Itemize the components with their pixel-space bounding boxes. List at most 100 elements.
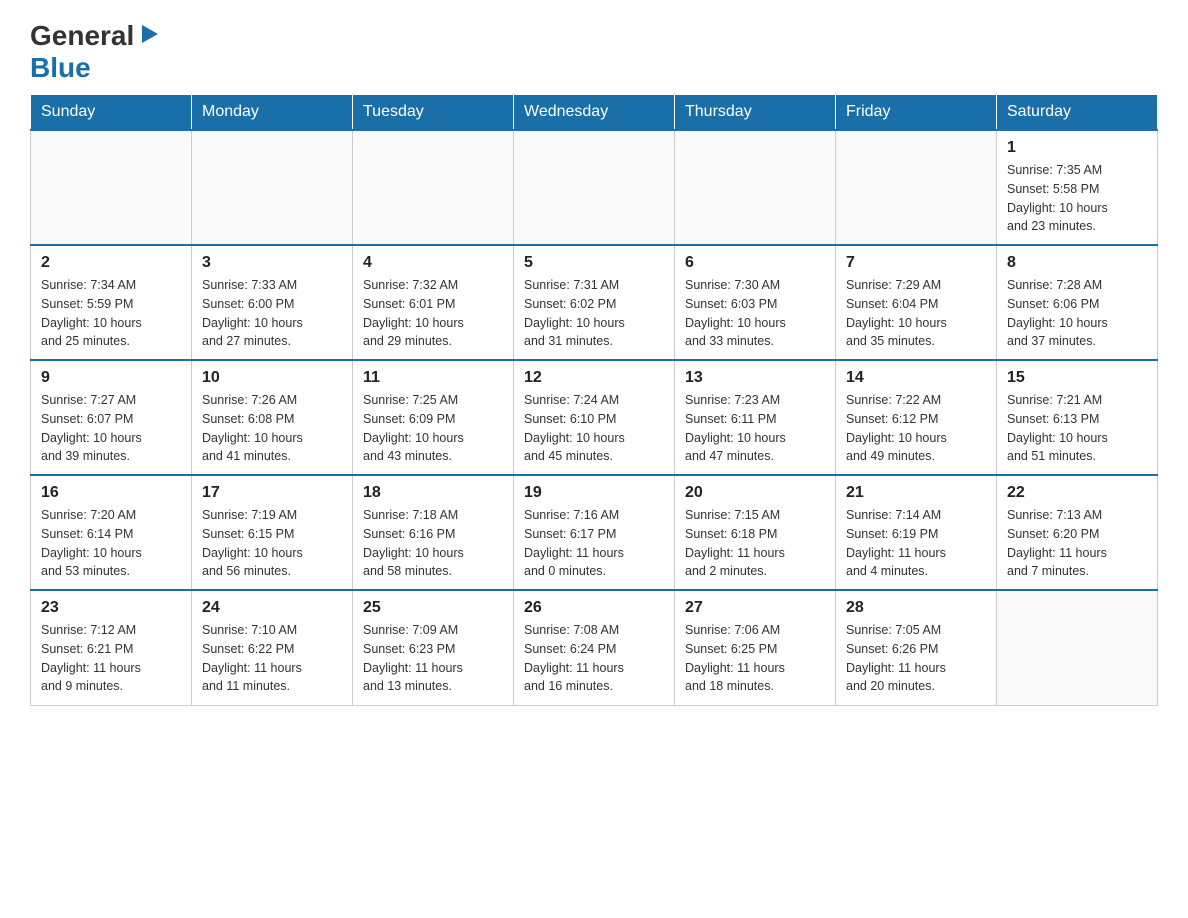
- day-info: Sunrise: 7:14 AM Sunset: 6:19 PM Dayligh…: [846, 506, 986, 581]
- day-number: 4: [363, 254, 503, 272]
- day-info: Sunrise: 7:10 AM Sunset: 6:22 PM Dayligh…: [202, 621, 342, 696]
- calendar-cell: 21 Sunrise: 7:14 AM Sunset: 6:19 PM Dayli…: [836, 475, 997, 590]
- logo-arrow-icon: [138, 23, 160, 50]
- calendar-cell: [353, 130, 514, 245]
- calendar-cell: 10 Sunrise: 7:26 AM Sunset: 6:08 PM Dayli…: [192, 360, 353, 475]
- day-number: 28: [846, 599, 986, 617]
- calendar-cell: 22 Sunrise: 7:13 AM Sunset: 6:20 PM Dayli…: [997, 475, 1158, 590]
- day-info: Sunrise: 7:15 AM Sunset: 6:18 PM Dayligh…: [685, 506, 825, 581]
- logo: General Blue: [30, 20, 160, 84]
- day-number: 13: [685, 369, 825, 387]
- day-number: 19: [524, 484, 664, 502]
- day-number: 25: [363, 599, 503, 617]
- day-info: Sunrise: 7:20 AM Sunset: 6:14 PM Dayligh…: [41, 506, 181, 581]
- day-info: Sunrise: 7:29 AM Sunset: 6:04 PM Dayligh…: [846, 276, 986, 351]
- day-info: Sunrise: 7:22 AM Sunset: 6:12 PM Dayligh…: [846, 391, 986, 466]
- day-number: 8: [1007, 254, 1147, 272]
- calendar-week-row: 16 Sunrise: 7:20 AM Sunset: 6:14 PM Dayli…: [31, 475, 1158, 590]
- calendar-cell: 8Sunrise: 7:28 AM Sunset: 6:06 PM Daylig…: [997, 245, 1158, 360]
- day-info: Sunrise: 7:34 AM Sunset: 5:59 PM Dayligh…: [41, 276, 181, 351]
- calendar-cell: 20 Sunrise: 7:15 AM Sunset: 6:18 PM Dayli…: [675, 475, 836, 590]
- day-number: 9: [41, 369, 181, 387]
- day-of-week-header: Thursday: [675, 95, 836, 131]
- day-number: 20: [685, 484, 825, 502]
- calendar-cell: 11Sunrise: 7:25 AM Sunset: 6:09 PM Dayli…: [353, 360, 514, 475]
- calendar-cell: 25 Sunrise: 7:09 AM Sunset: 6:23 PM Dayli…: [353, 590, 514, 705]
- day-info: Sunrise: 7:12 AM Sunset: 6:21 PM Dayligh…: [41, 621, 181, 696]
- day-info: Sunrise: 7:05 AM Sunset: 6:26 PM Dayligh…: [846, 621, 986, 696]
- day-number: 15: [1007, 369, 1147, 387]
- calendar-cell: 2 Sunrise: 7:34 AM Sunset: 5:59 PM Daylig…: [31, 245, 192, 360]
- day-number: 27: [685, 599, 825, 617]
- day-number: 10: [202, 369, 342, 387]
- day-number: 3: [202, 254, 342, 272]
- day-info: Sunrise: 7:18 AM Sunset: 6:16 PM Dayligh…: [363, 506, 503, 581]
- day-of-week-header: Monday: [192, 95, 353, 131]
- day-number: 21: [846, 484, 986, 502]
- day-info: Sunrise: 7:19 AM Sunset: 6:15 PM Dayligh…: [202, 506, 342, 581]
- day-of-week-header: Wednesday: [514, 95, 675, 131]
- calendar-cell: [675, 130, 836, 245]
- calendar-cell: 19 Sunrise: 7:16 AM Sunset: 6:17 PM Dayli…: [514, 475, 675, 590]
- calendar-cell: 14Sunrise: 7:22 AM Sunset: 6:12 PM Dayli…: [836, 360, 997, 475]
- day-info: Sunrise: 7:25 AM Sunset: 6:09 PM Dayligh…: [363, 391, 503, 466]
- calendar-week-row: 1 Sunrise: 7:35 AM Sunset: 5:58 PM Daylig…: [31, 130, 1158, 245]
- calendar-cell: 28 Sunrise: 7:05 AM Sunset: 6:26 PM Dayli…: [836, 590, 997, 705]
- day-info: Sunrise: 7:08 AM Sunset: 6:24 PM Dayligh…: [524, 621, 664, 696]
- calendar-week-row: 2 Sunrise: 7:34 AM Sunset: 5:59 PM Daylig…: [31, 245, 1158, 360]
- calendar-cell: 6 Sunrise: 7:30 AM Sunset: 6:03 PM Daylig…: [675, 245, 836, 360]
- day-info: Sunrise: 7:21 AM Sunset: 6:13 PM Dayligh…: [1007, 391, 1147, 466]
- day-info: Sunrise: 7:24 AM Sunset: 6:10 PM Dayligh…: [524, 391, 664, 466]
- calendar-cell: [514, 130, 675, 245]
- calendar-cell: 7 Sunrise: 7:29 AM Sunset: 6:04 PM Daylig…: [836, 245, 997, 360]
- calendar-week-row: 23 Sunrise: 7:12 AM Sunset: 6:21 PM Dayli…: [31, 590, 1158, 705]
- calendar-cell: 18Sunrise: 7:18 AM Sunset: 6:16 PM Dayli…: [353, 475, 514, 590]
- day-info: Sunrise: 7:31 AM Sunset: 6:02 PM Dayligh…: [524, 276, 664, 351]
- day-info: Sunrise: 7:13 AM Sunset: 6:20 PM Dayligh…: [1007, 506, 1147, 581]
- calendar-cell: 5 Sunrise: 7:31 AM Sunset: 6:02 PM Daylig…: [514, 245, 675, 360]
- day-number: 24: [202, 599, 342, 617]
- day-of-week-header: Friday: [836, 95, 997, 131]
- calendar-cell: [836, 130, 997, 245]
- day-info: Sunrise: 7:30 AM Sunset: 6:03 PM Dayligh…: [685, 276, 825, 351]
- calendar-cell: 27 Sunrise: 7:06 AM Sunset: 6:25 PM Dayli…: [675, 590, 836, 705]
- day-of-week-header: Sunday: [31, 95, 192, 131]
- calendar-week-row: 9 Sunrise: 7:27 AM Sunset: 6:07 PM Daylig…: [31, 360, 1158, 475]
- calendar-cell: 24 Sunrise: 7:10 AM Sunset: 6:22 PM Dayli…: [192, 590, 353, 705]
- day-number: 16: [41, 484, 181, 502]
- day-info: Sunrise: 7:06 AM Sunset: 6:25 PM Dayligh…: [685, 621, 825, 696]
- day-info: Sunrise: 7:27 AM Sunset: 6:07 PM Dayligh…: [41, 391, 181, 466]
- day-info: Sunrise: 7:23 AM Sunset: 6:11 PM Dayligh…: [685, 391, 825, 466]
- calendar-cell: 23 Sunrise: 7:12 AM Sunset: 6:21 PM Dayli…: [31, 590, 192, 705]
- day-number: 23: [41, 599, 181, 617]
- day-info: Sunrise: 7:09 AM Sunset: 6:23 PM Dayligh…: [363, 621, 503, 696]
- calendar-cell: [31, 130, 192, 245]
- calendar-header-row: SundayMondayTuesdayWednesdayThursdayFrid…: [31, 95, 1158, 131]
- calendar-cell: 12 Sunrise: 7:24 AM Sunset: 6:10 PM Dayli…: [514, 360, 675, 475]
- calendar-table: SundayMondayTuesdayWednesdayThursdayFrid…: [30, 94, 1158, 706]
- calendar-cell: [997, 590, 1158, 705]
- day-info: Sunrise: 7:33 AM Sunset: 6:00 PM Dayligh…: [202, 276, 342, 351]
- day-number: 7: [846, 254, 986, 272]
- calendar-cell: 4Sunrise: 7:32 AM Sunset: 6:01 PM Daylig…: [353, 245, 514, 360]
- day-info: Sunrise: 7:26 AM Sunset: 6:08 PM Dayligh…: [202, 391, 342, 466]
- day-info: Sunrise: 7:35 AM Sunset: 5:58 PM Dayligh…: [1007, 161, 1147, 236]
- day-of-week-header: Saturday: [997, 95, 1158, 131]
- calendar-cell: 17 Sunrise: 7:19 AM Sunset: 6:15 PM Dayli…: [192, 475, 353, 590]
- calendar-cell: 15 Sunrise: 7:21 AM Sunset: 6:13 PM Dayli…: [997, 360, 1158, 475]
- day-of-week-header: Tuesday: [353, 95, 514, 131]
- day-number: 22: [1007, 484, 1147, 502]
- calendar-cell: 1 Sunrise: 7:35 AM Sunset: 5:58 PM Daylig…: [997, 130, 1158, 245]
- day-number: 17: [202, 484, 342, 502]
- day-number: 1: [1007, 139, 1147, 157]
- calendar-cell: 16 Sunrise: 7:20 AM Sunset: 6:14 PM Dayli…: [31, 475, 192, 590]
- day-number: 2: [41, 254, 181, 272]
- day-number: 5: [524, 254, 664, 272]
- day-number: 12: [524, 369, 664, 387]
- page-header: General Blue: [30, 20, 1158, 84]
- calendar-cell: 9 Sunrise: 7:27 AM Sunset: 6:07 PM Daylig…: [31, 360, 192, 475]
- logo-general-text: General: [30, 20, 134, 52]
- day-info: Sunrise: 7:16 AM Sunset: 6:17 PM Dayligh…: [524, 506, 664, 581]
- day-number: 6: [685, 254, 825, 272]
- calendar-cell: 13 Sunrise: 7:23 AM Sunset: 6:11 PM Dayli…: [675, 360, 836, 475]
